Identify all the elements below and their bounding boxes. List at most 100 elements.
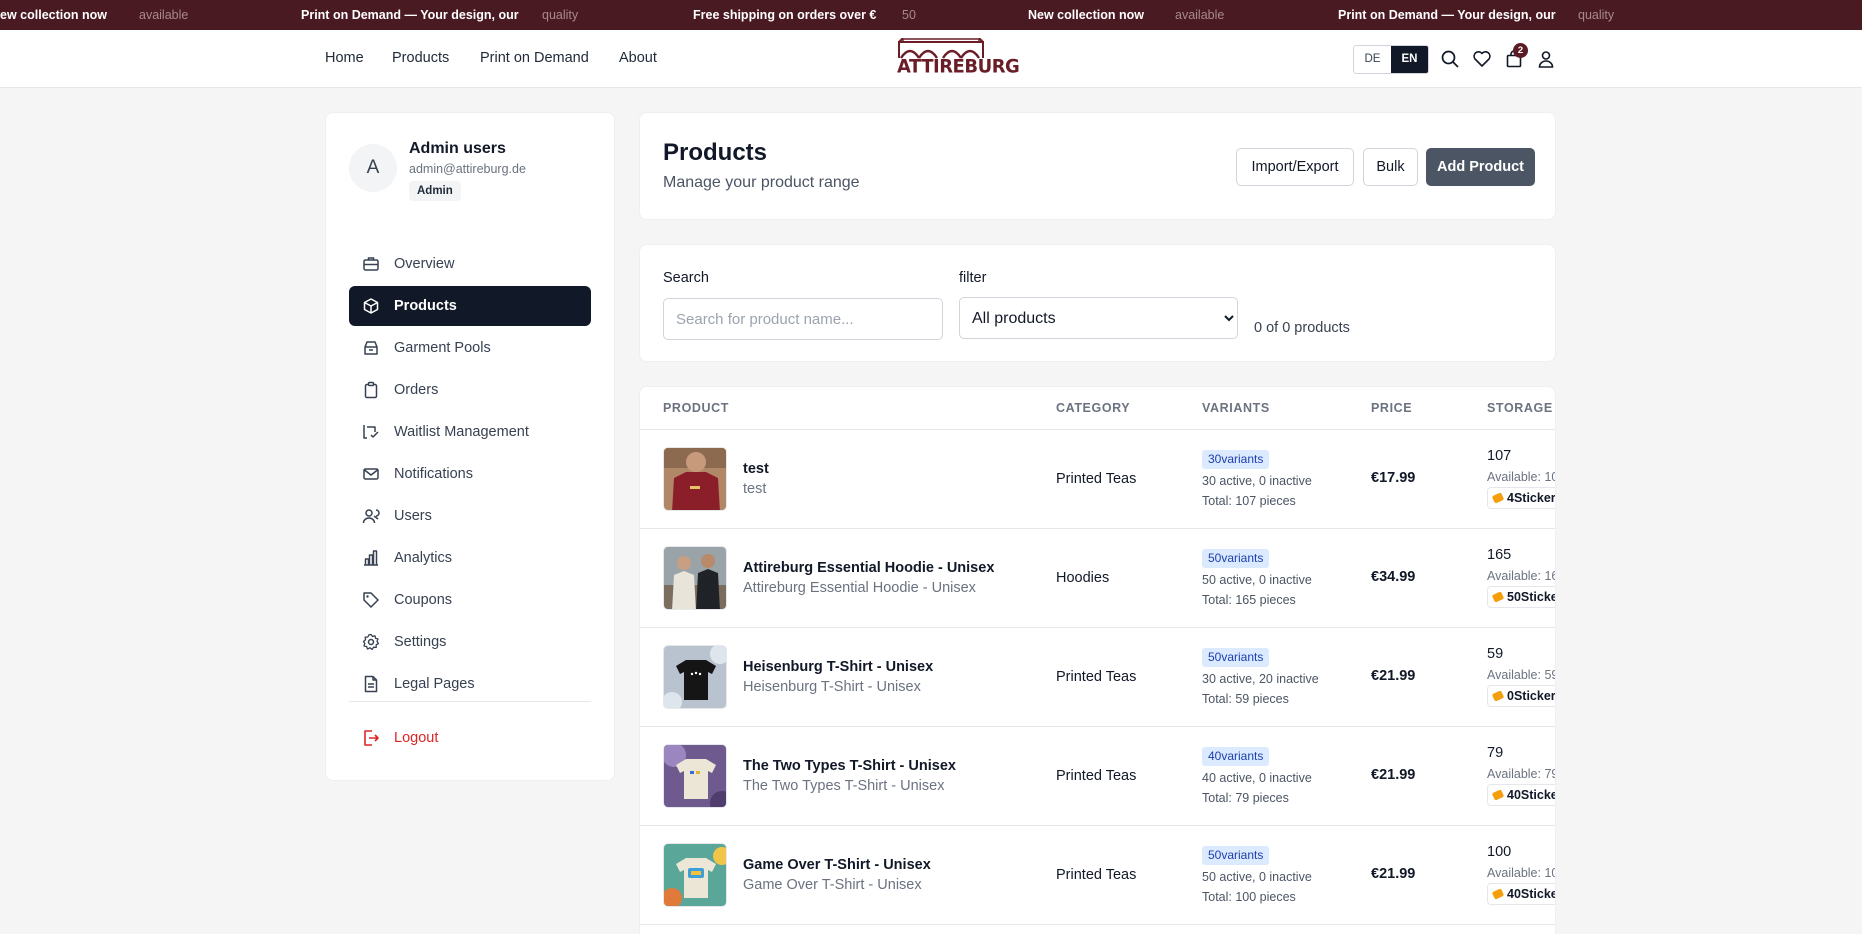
- sidebar-item-label: Garment Pools: [394, 340, 491, 356]
- column-header-price[interactable]: PRICE: [1371, 401, 1412, 415]
- heart-icon[interactable]: [1472, 49, 1492, 69]
- available-count: Available: 107: [1487, 470, 1555, 484]
- sidebar-item-overview[interactable]: Overview: [349, 244, 591, 284]
- language-switch: DE EN: [1353, 45, 1429, 74]
- variants-total: Total: 59 pieces: [1202, 692, 1289, 706]
- table-row[interactable]: The Two Types T-Shirt - Unisex The Two T…: [640, 727, 1555, 826]
- maroon-tee-image: [664, 448, 726, 510]
- product-name: Heisenburg T-Shirt - Unisex: [743, 659, 934, 675]
- sidebar-item-products[interactable]: Products: [349, 286, 591, 326]
- product-category: Printed Teas: [1056, 669, 1137, 685]
- logout-button[interactable]: Logout: [349, 718, 591, 758]
- product-thumbnail[interactable]: [663, 744, 727, 808]
- sidebar-item-label: Overview: [394, 256, 455, 272]
- storage-count: 165: [1487, 547, 1512, 563]
- cream-tee-purple-image: [664, 745, 726, 807]
- filter-select[interactable]: All products: [959, 297, 1238, 339]
- stickers-badge: 0Stickers: [1487, 685, 1556, 707]
- variants-badge: 50variants: [1202, 549, 1270, 568]
- product-price: €17.99: [1371, 470, 1416, 486]
- product-price: €21.99: [1371, 668, 1416, 684]
- storage-count: 107: [1487, 448, 1512, 464]
- column-header-variants[interactable]: VARIANTS: [1202, 401, 1270, 415]
- nav-home[interactable]: Home: [325, 50, 364, 66]
- product-category: Hoodies: [1056, 570, 1110, 586]
- product-thumbnail[interactable]: [663, 645, 727, 709]
- stickers-count: 4Stickers: [1507, 491, 1556, 505]
- sidebar-item-notifications[interactable]: Notifications: [349, 454, 591, 494]
- product-thumbnail[interactable]: [663, 546, 727, 610]
- nav-print-on-demand[interactable]: Print on Demand: [480, 50, 589, 66]
- sidebar-item-label: Waitlist Management: [394, 424, 529, 440]
- announcement-marquee: New collection now available Print on De…: [0, 0, 1862, 30]
- sidebar-item-analytics[interactable]: Analytics: [349, 538, 591, 578]
- product-subtitle: Heisenburg T-Shirt - Unisex: [743, 679, 921, 695]
- product-thumbnail[interactable]: [663, 843, 727, 907]
- product-category: Printed Teas: [1056, 867, 1137, 883]
- lang-en-button[interactable]: EN: [1391, 46, 1428, 73]
- products-table: PRODUCT CATEGORY VARIANTS PRICE STORAGE …: [639, 386, 1556, 934]
- brand-logo[interactable]: ATTIREBURG: [897, 38, 1020, 80]
- user-icon[interactable]: [1536, 49, 1556, 69]
- product-count: 0 of 0 products: [1254, 320, 1350, 336]
- sidebar-divider: [349, 701, 591, 702]
- page-header-card: Products Manage your product range Impor…: [639, 112, 1556, 220]
- role-badge: Admin: [409, 181, 461, 201]
- cream-tee-teal-image: [664, 844, 726, 906]
- bulk-button[interactable]: Bulk: [1363, 148, 1418, 186]
- search-input[interactable]: [663, 298, 943, 340]
- clipboard-icon: [364, 381, 378, 399]
- sidebar-item-label: Products: [394, 298, 457, 314]
- waitlist-icon: [363, 425, 379, 439]
- tag-icon: [1491, 690, 1505, 702]
- variants-status: 30 active, 0 inactive: [1202, 474, 1312, 488]
- marquee-text: 50: [902, 8, 916, 22]
- variants-total: Total: 107 pieces: [1202, 494, 1296, 508]
- sidebar-item-label: Users: [394, 508, 432, 524]
- archive-icon: [364, 341, 378, 355]
- variants-badge: 30variants: [1202, 450, 1270, 469]
- sidebar-item-settings[interactable]: Settings: [349, 622, 591, 662]
- product-subtitle: Game Over T-Shirt - Unisex: [743, 877, 922, 893]
- column-header-category[interactable]: CATEGORY: [1056, 401, 1130, 415]
- column-header-storage[interactable]: STORAGE: [1487, 401, 1553, 415]
- stickers-badge: 40Stickers: [1487, 883, 1555, 905]
- cart-count-badge: 2: [1513, 43, 1528, 58]
- sidebar-item-coupons[interactable]: Coupons: [349, 580, 591, 620]
- table-row[interactable]: Heisenburg T-Shirt - Unisex Heisenburg T…: [640, 628, 1556, 727]
- nav-about[interactable]: About: [619, 50, 657, 66]
- stickers-count: 0Stickers: [1507, 689, 1556, 703]
- column-header-product[interactable]: PRODUCT: [663, 401, 729, 415]
- product-subtitle: Attireburg Essential Hoodie - Unisex: [743, 580, 976, 596]
- marquee-text: quality: [1578, 8, 1615, 22]
- import-export-button[interactable]: Import/Export: [1236, 148, 1354, 186]
- logout-icon: [364, 730, 379, 746]
- box-icon: [363, 298, 379, 314]
- add-product-button[interactable]: Add Product: [1426, 148, 1535, 186]
- available-count: Available: 165: [1487, 569, 1555, 583]
- table-row[interactable]: Game Over T-Shirt - Unisex Game Over T-S…: [640, 826, 1555, 925]
- avatar: A: [349, 144, 397, 192]
- variants-status: 40 active, 0 inactive: [1202, 771, 1312, 785]
- storage-count: 59: [1487, 646, 1504, 662]
- filter-label: filter: [959, 270, 987, 286]
- search-icon[interactable]: [1440, 49, 1460, 69]
- sidebar-item-label: Legal Pages: [394, 676, 475, 692]
- product-thumbnail[interactable]: [663, 447, 727, 511]
- table-row[interactable]: Attireburg Essential Hoodie - Unisex Att…: [640, 529, 1555, 628]
- table-row[interactable]: test test Printed Teas 30variants 30 act…: [640, 430, 1556, 529]
- storage-count: 79: [1487, 745, 1504, 761]
- sidebar-item-label: Settings: [394, 634, 447, 650]
- sidebar-item-users[interactable]: Users: [349, 496, 591, 536]
- sidebar-item-legal-pages[interactable]: Legal Pages: [349, 664, 591, 704]
- available-count: Available: 59: [1487, 668, 1556, 682]
- sidebar-item-label: Coupons: [394, 592, 453, 608]
- sidebar-item-orders[interactable]: Orders: [349, 370, 591, 410]
- sidebar-item-garment-pools[interactable]: Garment Pools: [349, 328, 591, 368]
- sidebar-item-waitlist-management[interactable]: Waitlist Management: [349, 412, 591, 452]
- variants-badge: 50variants: [1202, 846, 1270, 865]
- nav-products[interactable]: Products: [392, 50, 449, 66]
- product-price: €34.99: [1371, 569, 1416, 585]
- sidebar-item-label: Analytics: [394, 550, 453, 566]
- lang-de-button[interactable]: DE: [1354, 46, 1391, 73]
